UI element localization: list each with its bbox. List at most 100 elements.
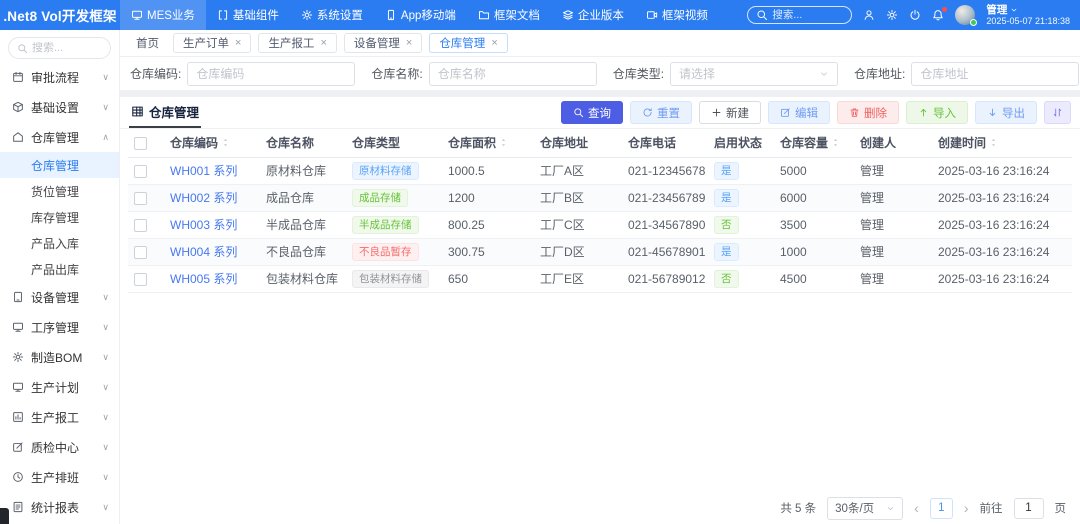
bell-icon[interactable]: [932, 9, 944, 21]
cell-status: 否: [708, 265, 774, 292]
gear-icon[interactable]: [886, 9, 898, 21]
sidebar-group[interactable]: 仓库管理∧: [0, 122, 119, 152]
avatar[interactable]: [955, 5, 975, 25]
prev-page-button[interactable]: ‹: [914, 501, 919, 515]
app-window: .Net8 Vol开发框架 MES业务基础组件系统设置App移动端框架文档企业版…: [0, 0, 1080, 524]
navbar-menu-item[interactable]: 系统设置: [290, 0, 374, 30]
user-icon[interactable]: [863, 9, 875, 21]
export-button[interactable]: 导出: [975, 101, 1037, 124]
warehouse-code-link[interactable]: WH004 系列: [170, 245, 237, 259]
filter-input[interactable]: [196, 67, 346, 81]
video-icon: [646, 9, 658, 21]
tab-item[interactable]: 仓库管理×: [429, 33, 507, 53]
type-badge: 包装材料存储: [352, 270, 429, 288]
filter-input[interactable]: [920, 67, 1070, 81]
next-page-button[interactable]: ›: [964, 501, 969, 515]
delete-button[interactable]: 删除: [837, 101, 899, 124]
navbar-menu-item[interactable]: App移动端: [374, 0, 467, 30]
column-header: 仓库面积: [442, 129, 534, 157]
reset-button[interactable]: 重置: [630, 101, 692, 124]
row-select-cell: [128, 238, 164, 265]
cell-capacity: 1000: [774, 238, 854, 265]
row-checkbox[interactable]: [134, 192, 147, 205]
cell-capacity: 3500: [774, 211, 854, 238]
sidebar-group[interactable]: 设备管理∨: [0, 282, 119, 312]
sidebar-group[interactable]: 制造BOM∨: [0, 342, 119, 372]
row-checkbox[interactable]: [134, 219, 147, 232]
panel-title-text: 仓库管理: [149, 102, 199, 121]
tab-item[interactable]: 设备管理×: [344, 33, 422, 53]
sidebar-search-input[interactable]: [32, 42, 102, 54]
add-button[interactable]: 新建: [699, 101, 761, 124]
cell-area: 800.25: [442, 211, 534, 238]
sidebar-group[interactable]: 统计报表∨: [0, 492, 119, 522]
cell-name: 原材料仓库: [260, 157, 346, 184]
tab-item[interactable]: 生产订单×: [173, 33, 251, 53]
sidebar-subitem[interactable]: 产品入库: [0, 230, 119, 256]
sidebar-group[interactable]: 工序管理∨: [0, 312, 119, 342]
type-badge: 原材料存储: [352, 162, 419, 180]
sidebar-group[interactable]: 生产计划∨: [0, 372, 119, 402]
tab-close-icon[interactable]: ×: [491, 38, 497, 49]
warehouse-code-link[interactable]: WH005 系列: [170, 272, 237, 286]
page-size-select[interactable]: 30条/页: [827, 497, 903, 520]
warehouse-table: 仓库编码仓库名称仓库类型仓库面积仓库地址仓库电话启用状态仓库容量创建人创建时间W…: [128, 129, 1072, 293]
tab-close-icon[interactable]: ×: [235, 38, 241, 49]
button-label: 查询: [588, 105, 611, 121]
select-all-checkbox[interactable]: [134, 137, 147, 150]
current-page[interactable]: 1: [930, 498, 953, 519]
tab-close-icon[interactable]: ×: [320, 38, 326, 49]
row-checkbox[interactable]: [134, 165, 147, 178]
sidebar-subitem[interactable]: 货位管理: [0, 178, 119, 204]
caret-sort-icon: [221, 137, 230, 148]
chevron-down-icon: ∨: [102, 292, 109, 303]
sidebar-subitem[interactable]: 仓库管理: [0, 152, 119, 178]
warehouse-code-link[interactable]: WH002 系列: [170, 191, 237, 205]
tab-item[interactable]: 首页: [129, 35, 166, 51]
sidebar-subitem[interactable]: 库存管理: [0, 204, 119, 230]
type-badge: 成品存储: [352, 189, 408, 207]
main-content: 首页生产订单×生产报工×设备管理×仓库管理× 仓库编码:仓库名称:仓库类型:请选…: [120, 30, 1080, 524]
column-header: 仓库名称: [260, 129, 346, 157]
goto-page-input[interactable]: [1014, 498, 1044, 519]
tab-item[interactable]: 生产报工×: [258, 33, 336, 53]
warehouse-code-link[interactable]: WH003 系列: [170, 218, 237, 232]
table-settings-button[interactable]: [1044, 101, 1071, 124]
search-button[interactable]: 查询: [561, 101, 623, 124]
sidebar-search[interactable]: [8, 37, 111, 59]
chevron-up-icon: ∧: [102, 132, 109, 143]
edit-button[interactable]: 编辑: [768, 101, 830, 124]
cell-type: 半成品存储: [346, 211, 442, 238]
navbar-menu-item[interactable]: 企业版本: [551, 0, 635, 30]
warehouse-type-select[interactable]: 请选择: [670, 62, 838, 86]
navbar-menu-item[interactable]: 框架文档: [467, 0, 551, 30]
select-placeholder: 请选择: [679, 65, 715, 82]
navbar-search-input[interactable]: [772, 9, 843, 21]
navbar-search[interactable]: [747, 6, 852, 24]
sidebar-group[interactable]: 生产报工∨: [0, 402, 119, 432]
navbar-menu-item[interactable]: 框架视频: [635, 0, 719, 30]
sidebar-subitem[interactable]: 产品出库: [0, 256, 119, 282]
tab-close-icon[interactable]: ×: [406, 38, 412, 49]
table-row: WH005 系列包装材料仓库包装材料存储650工厂E区021-56789012否…: [128, 265, 1072, 292]
sidebar-group[interactable]: 质检中心∨: [0, 432, 119, 462]
sidebar-collapse-handle[interactable]: [0, 508, 9, 524]
sidebar-group[interactable]: 审批流程∨: [0, 62, 119, 92]
row-checkbox[interactable]: [134, 246, 147, 259]
user-block[interactable]: 管理 2025-05-07 21:18:38: [986, 4, 1070, 26]
column-header-label: 创建人: [860, 136, 896, 150]
filter-input-wrap: [187, 62, 355, 86]
filter-input[interactable]: [438, 67, 588, 81]
power-icon[interactable]: [909, 9, 921, 21]
navbar-menu-item[interactable]: MES业务: [120, 0, 206, 30]
import-button[interactable]: 导入: [906, 101, 968, 124]
cell-creator: 管理: [854, 211, 932, 238]
navbar-menu-item[interactable]: 基础组件: [206, 0, 290, 30]
row-checkbox[interactable]: [134, 273, 147, 286]
column-header-label: 仓库电话: [628, 136, 676, 150]
warehouse-code-link[interactable]: WH001 系列: [170, 164, 237, 178]
sidebar-group[interactable]: 基础设置∨: [0, 92, 119, 122]
chevron-down-icon: ∨: [102, 412, 109, 423]
sidebar-group[interactable]: 生产排班∨: [0, 462, 119, 492]
sidebar: 审批流程∨基础设置∨仓库管理∧仓库管理货位管理库存管理产品入库产品出库设备管理∨…: [0, 30, 120, 524]
